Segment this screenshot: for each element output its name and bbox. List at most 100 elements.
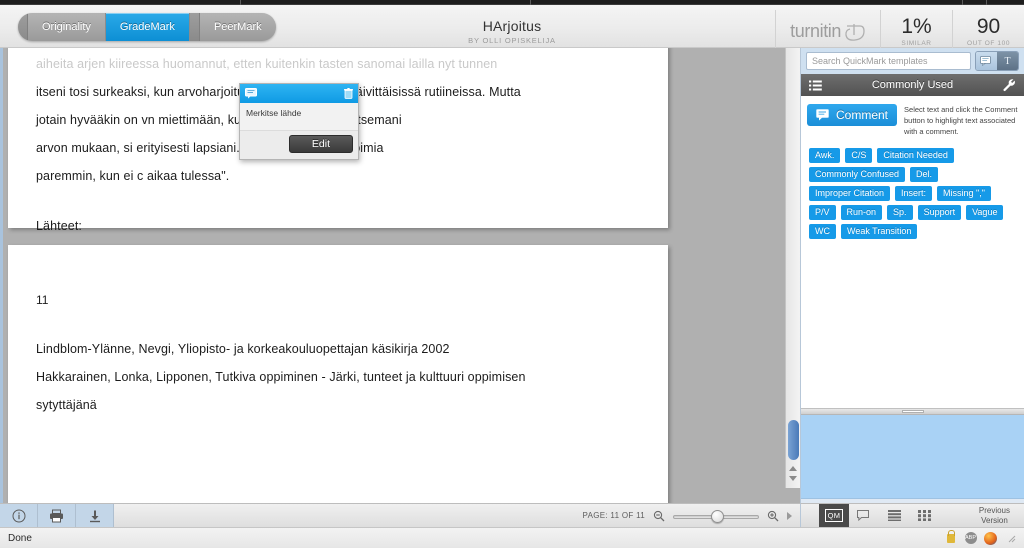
quickmark-tag[interactable]: Weak Transition — [841, 223, 918, 239]
grade-score[interactable]: 90 OUT OF 100 — [952, 10, 1024, 53]
tab-nub-mid — [189, 13, 200, 41]
quickmark-tag[interactable]: Sp. — [887, 204, 913, 220]
rubric-tab[interactable] — [879, 504, 909, 528]
list-icon[interactable] — [809, 80, 822, 91]
zoom-slider-handle[interactable] — [711, 509, 724, 523]
comment-tab[interactable] — [849, 504, 879, 528]
quickmark-tag[interactable]: WC — [809, 223, 836, 239]
comment-bubble-icon — [816, 109, 829, 121]
reference-line: Hakkarainen, Lonka, Lipponen, Tutkiva op… — [36, 370, 526, 384]
comment-popup-text: Merkitse lähde — [240, 103, 358, 131]
quickmark-tag[interactable]: Missing "," — [937, 185, 991, 201]
quickmark-tab-label: QM — [824, 509, 844, 522]
tab-nub-left — [18, 13, 28, 41]
search-input[interactable]: Search QuickMark templates — [806, 52, 971, 70]
quickmark-tag[interactable]: C/S — [845, 147, 873, 163]
grid-icon — [917, 510, 931, 521]
wrench-icon[interactable] — [1003, 78, 1016, 92]
status-bar-icons: ABP — [944, 530, 1016, 545]
tab-originality-label: Originality — [42, 21, 91, 33]
quickmark-tag[interactable]: Citation Needed — [877, 147, 954, 163]
grade-label: OUT OF 100 — [966, 40, 1011, 47]
comment-action-row: Comment Select text and click the Commen… — [801, 96, 1024, 144]
grademark-app: Originality GradeMark PeerMark HArjoitus… — [0, 0, 1024, 548]
comment-hint-text: Select text and click the Comment button… — [904, 105, 1018, 136]
doc-line: paremmin, kun ei c aikaa tulessa". — [36, 169, 230, 183]
quickmark-tag[interactable]: Insert: — [895, 185, 933, 201]
document-viewport[interactable]: aiheita arjen kiireessa huomannut, etten… — [0, 48, 800, 503]
quickmark-sidebar: Search QuickMark templates T Commonly Us… — [800, 48, 1024, 503]
edit-button[interactable]: Edit — [288, 135, 353, 153]
tab-grademark[interactable]: GradeMark — [105, 13, 190, 41]
sidebar-footer-tabs: QM Previous Version — [800, 503, 1024, 528]
grade-value: 90 — [976, 15, 1001, 38]
view-mode-tabs[interactable]: Originality GradeMark PeerMark — [18, 13, 276, 41]
zoom-out-icon[interactable] — [653, 510, 665, 522]
quickmark-tag[interactable]: Del. — [910, 166, 939, 182]
reference-line: Lindblom-Ylänne, Nevgi, Yliopisto- ja ko… — [36, 342, 450, 356]
quickmark-set-title: Commonly Used — [871, 79, 954, 91]
text-mode-icon[interactable]: T — [997, 52, 1018, 70]
quickmark-tag[interactable]: Vague — [966, 204, 1004, 220]
page-and-zoom-controls: PAGE: 11 OF 11 — [583, 504, 800, 527]
panel-resize-handle[interactable] — [801, 408, 1024, 415]
quickmark-tag[interactable]: Run-on — [840, 204, 883, 220]
print-icon[interactable] — [38, 503, 76, 528]
comment-icon — [857, 509, 869, 521]
trash-icon[interactable] — [344, 88, 353, 99]
similarity-value: 1% — [901, 15, 932, 38]
adblock-icon[interactable]: ABP — [964, 532, 977, 545]
window-resize-grip[interactable] — [1006, 533, 1016, 543]
previous-version-line2: Version — [981, 515, 1008, 525]
document-vertical-scrollbar[interactable] — [785, 48, 800, 488]
zoom-in-icon[interactable] — [767, 510, 779, 522]
turnitin-logo: turnitin — [775, 10, 880, 53]
quickmark-tag-list: Awk. C/S Citation Needed Commonly Confus… — [801, 144, 1024, 243]
rubric-scoring-panel[interactable] — [801, 415, 1024, 499]
grid-tab[interactable] — [909, 504, 939, 528]
page-indicator: PAGE: 11 OF 11 — [582, 511, 645, 520]
quickmark-tag[interactable]: P/V — [809, 204, 836, 220]
zoom-slider[interactable] — [673, 509, 759, 523]
lock-icon[interactable] — [944, 530, 957, 545]
document-page-11: 11 Lindblom-Ylänne, Nevgi, Yliopisto- ja… — [8, 245, 668, 503]
tab-originality[interactable]: Originality — [28, 13, 106, 41]
scroll-up-arrow[interactable] — [789, 466, 797, 471]
page-number-stamp: 11 — [36, 293, 49, 307]
next-page-arrow[interactable] — [787, 511, 792, 520]
comment-popup[interactable]: Merkitse lähde Edit — [239, 83, 359, 160]
info-icon[interactable] — [0, 503, 38, 528]
app-header: Originality GradeMark PeerMark HArjoitus… — [0, 5, 1024, 53]
quickmark-tab[interactable]: QM — [819, 503, 849, 528]
page-title: HArjoitus — [482, 18, 542, 34]
quickmark-tag[interactable]: Commonly Confused — [809, 166, 906, 182]
download-icon[interactable] — [76, 503, 114, 528]
brand-and-scores: turnitin 1% SIMILAR 90 OUT OF 100 — [775, 10, 1024, 53]
scroll-down-arrow[interactable] — [789, 476, 797, 481]
scrollbar-thumb[interactable] — [788, 420, 799, 460]
comment-button-label: Comment — [836, 108, 889, 122]
comment-popup-header — [240, 84, 358, 103]
quickmark-tag[interactable]: Improper Citation — [809, 185, 891, 201]
quickmark-list-body: Comment Select text and click the Commen… — [801, 96, 1024, 408]
status-text: Done — [8, 532, 32, 544]
firefox-icon[interactable] — [984, 531, 997, 545]
doc-line-clipped: aiheita arjen kiireessa huomannut, etten… — [36, 57, 498, 71]
quickmark-tag[interactable]: Awk. — [809, 147, 841, 163]
similarity-score[interactable]: 1% SIMILAR — [880, 10, 952, 53]
comment-mode-icon[interactable] — [976, 52, 997, 70]
comment-bubble-icon — [245, 88, 257, 99]
comment-button[interactable]: Comment — [807, 104, 898, 126]
list-icon — [887, 510, 901, 521]
document-byline: BY OLLI OPISKELIJA — [468, 36, 556, 45]
resize-grip — [901, 410, 924, 413]
reference-line: sytyttäjänä — [36, 398, 97, 412]
quickmark-mode-toggles[interactable]: T — [975, 51, 1019, 71]
tab-peermark-label: PeerMark — [213, 21, 262, 33]
browser-status-bar: Done ABP — [0, 527, 1024, 548]
previous-version-line1: Previous — [978, 505, 1010, 515]
previous-version-button[interactable]: Previous Version — [979, 506, 1010, 526]
tab-peermark[interactable]: PeerMark — [199, 13, 276, 41]
quickmark-tag[interactable]: Support — [917, 204, 962, 220]
document-tool-buttons — [0, 503, 114, 528]
